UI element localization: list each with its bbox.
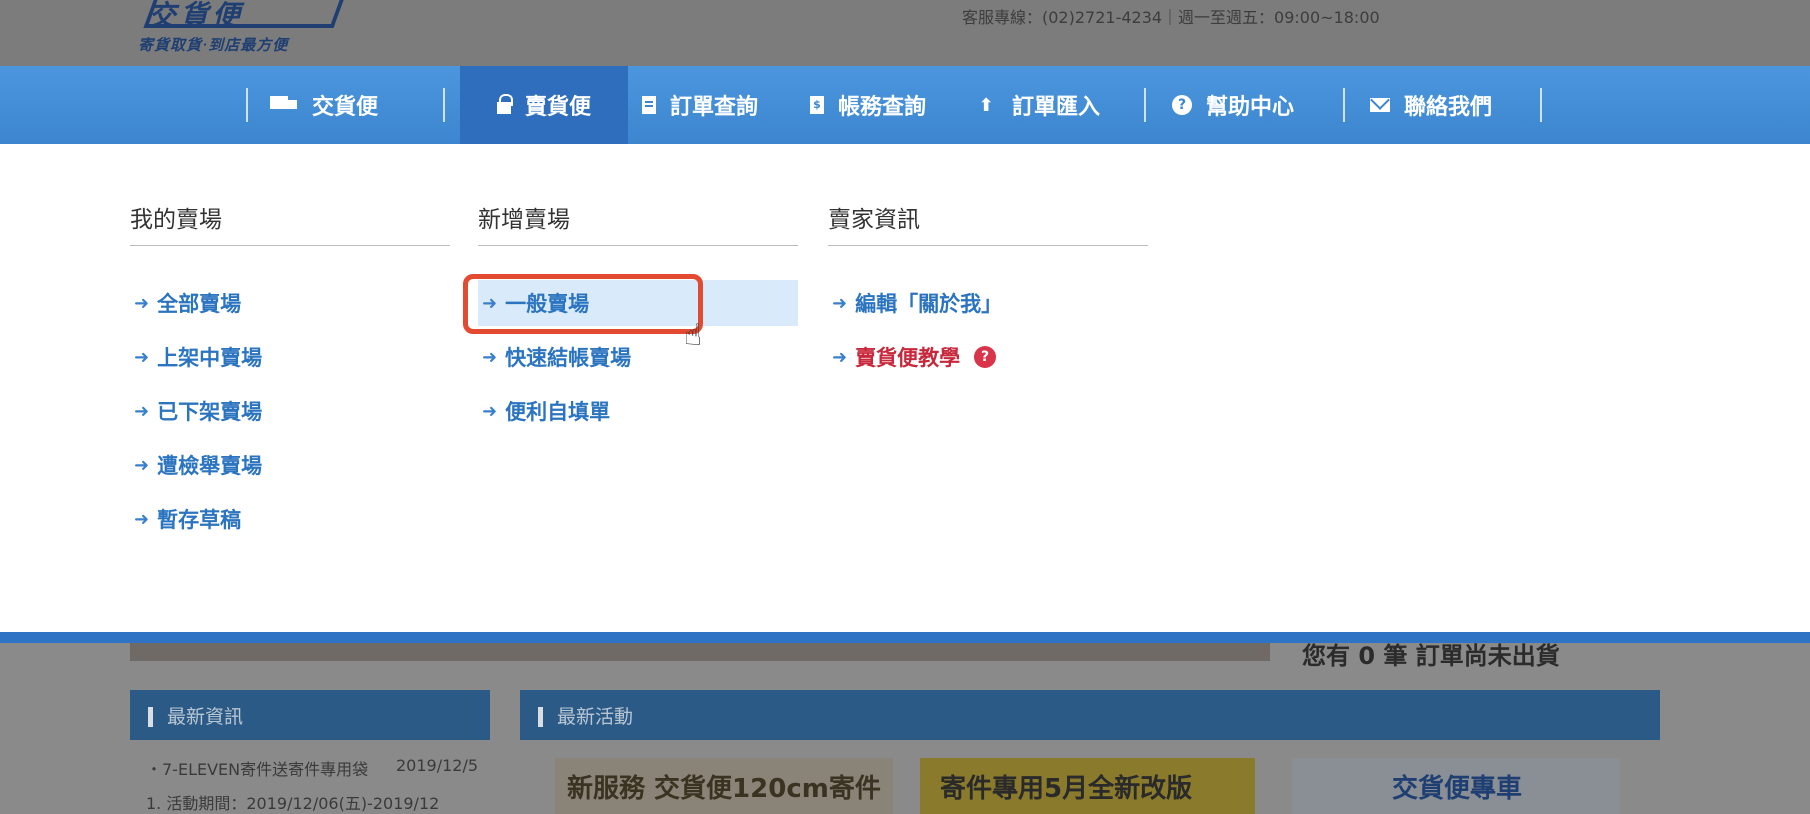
nav-separator [1540,88,1542,122]
promo-text: 交貨便專車 [1392,774,1523,804]
hand-cursor-icon: ☝ [684,318,703,353]
arrow-right-icon: ➜ [832,292,848,314]
menu-column-my-stores: 我的賣場 ➜ 全部賣場 ➜ 上架中賣場 ➜ 已下架賣場 ➜ 遭檢舉賣場 ➜ 暫存草稿 [130,200,450,550]
nav-item-label: 訂單匯入 [1012,95,1101,120]
arrow-right-icon: ➜ [134,346,150,368]
menu-link-listed-stores[interactable]: ➜ 上架中賣場 [130,334,450,380]
mail-icon [1370,98,1390,112]
nav-separator [1343,88,1345,122]
promo-banner-120cm[interactable]: 新服務 交貨便120cm寄件 [555,758,893,814]
menu-column-seller-info: 賣家資訊 ➜ 編輯「關於我」 ➜ 賣貨便教學? [828,200,1148,388]
promo-banner-new-bag[interactable]: 寄件專用5月全新改版 [920,758,1255,814]
nav-item-order-import[interactable]: ⬆ 訂單匯入 [974,66,1100,144]
logo-text: 交貨便 [148,0,245,32]
lock-icon [496,94,513,114]
nav-item-billing-query[interactable]: $ 帳務查詢 [810,66,926,144]
news-box-title: 最新資訊 [148,702,243,729]
menu-link-edit-about-me[interactable]: ➜ 編輯「關於我」 [828,280,1148,326]
menu-link-label: 上架中賣場 [157,346,263,370]
nav-item-seller[interactable]: 賣貨便 [460,66,628,144]
menu-link-reported-stores[interactable]: ➜ 遭檢舉賣場 [130,442,450,488]
nav-item-label: 帳務查詢 [838,95,927,120]
arrow-right-icon: ➜ [832,346,848,368]
nav-separator [246,88,248,122]
nav-item-delivery[interactable]: 交貨便 [270,66,378,144]
question-mark-icon: ? [974,346,997,368]
arrow-right-icon: ➜ [482,400,498,422]
logo[interactable]: 交貨便 寄貨取貨‧到店最方便 [138,0,348,60]
nav-item-order-query[interactable]: 訂單查詢 [642,66,758,144]
document-icon [642,96,656,114]
promo-text: 寄件專用5月全新改版 [940,774,1193,804]
menu-column-title: 賣家資訊 [828,200,1148,246]
activity-box-header: 最新活動 [520,690,1660,740]
promo-text: 新服務 交貨便120cm寄件 [567,774,881,804]
nav-separator [1144,88,1146,122]
menu-link-label: 全部賣場 [157,292,242,316]
seller-dropdown-menu: 我的賣場 ➜ 全部賣場 ➜ 上架中賣場 ➜ 已下架賣場 ➜ 遭檢舉賣場 ➜ 暫存草稿 新增… [0,144,1810,632]
nav-item-contact-us[interactable]: 聯絡我們 [1370,66,1492,144]
menu-column-title: 新增賣場 [478,200,798,246]
bill-icon: $ [810,96,824,114]
menu-link-all-stores[interactable]: ➜ 全部賣場 [130,280,450,326]
nav-separator [443,88,445,122]
banner-image [130,643,1270,661]
news-item-date: 2019/12/5 [396,756,479,775]
arrow-right-icon: ➜ [134,400,150,422]
nav-item-label: 訂單查詢 [670,95,759,120]
upload-icon: ⬆ [978,94,994,116]
nav-item-help-center[interactable]: ? 幫助中心 [1172,66,1294,144]
news-box-header: 最新資訊 [130,690,490,740]
service-hotline: 客服專線：(02)2721-4234｜週一至週五：09:00~18:00 [962,8,1380,27]
menu-link-self-fill-form[interactable]: ➜ 便利自填單 [478,388,798,434]
arrow-right-icon: ➜ [134,508,150,530]
promo-banner-truck[interactable]: 交貨便專車 [1292,758,1620,814]
banner-text: 您有 0 筆 訂單尚未出貨 [1302,642,1560,670]
menu-link-label: 快速結帳賣場 [505,346,632,370]
arrow-right-icon: ➜ [134,292,150,314]
main-nav: 交貨便 賣貨便 訂單查詢 $ 帳務查詢 ⬆ 訂單匯入 ? 幫助中心 聯絡我們 [0,66,1810,144]
site-header: 交貨便 寄貨取貨‧到店最方便 客服專線：(02)2721-4234｜週一至週五：… [0,0,1810,66]
arrow-right-icon: ➜ [134,454,150,476]
activity-box-title: 最新活動 [538,702,633,729]
menu-link-label: 已下架賣場 [157,400,263,424]
news-item[interactable]: ・7-ELEVEN寄件送寄件專用袋 [146,756,368,780]
menu-link-label: 遭檢舉賣場 [157,454,263,478]
nav-item-label: 交貨便 [312,95,379,120]
menu-link-label: 便利自填單 [505,400,611,424]
menu-link-drafts[interactable]: ➜ 暫存草稿 [130,496,450,542]
highlight-annotation [463,274,703,334]
menu-link-delisted-stores[interactable]: ➜ 已下架賣場 [130,388,450,434]
nav-item-label: 賣貨便 [524,95,591,120]
menu-link-label: 賣貨便教學 [855,346,961,370]
menu-link-label: 暫存草稿 [157,508,242,532]
logo-slogan: 寄貨取貨‧到店最方便 [138,36,289,54]
menu-link-label: 編輯「關於我」 [855,292,1003,316]
truck-icon [270,96,298,114]
arrow-right-icon: ➜ [482,346,498,368]
news-item[interactable]: 1. 活動期間：2019/12/06(五)-2019/12 [146,790,439,814]
menu-link-tutorial[interactable]: ➜ 賣貨便教學? [828,334,1148,380]
help-icon: ? [1172,95,1192,115]
nav-item-label: 聯絡我們 [1404,95,1493,120]
menu-link-quick-checkout-store[interactable]: ➜ 快速結帳賣場 [478,334,798,380]
menu-column-title: 我的賣場 [130,200,450,246]
nav-item-label: 幫助中心 [1206,95,1295,120]
